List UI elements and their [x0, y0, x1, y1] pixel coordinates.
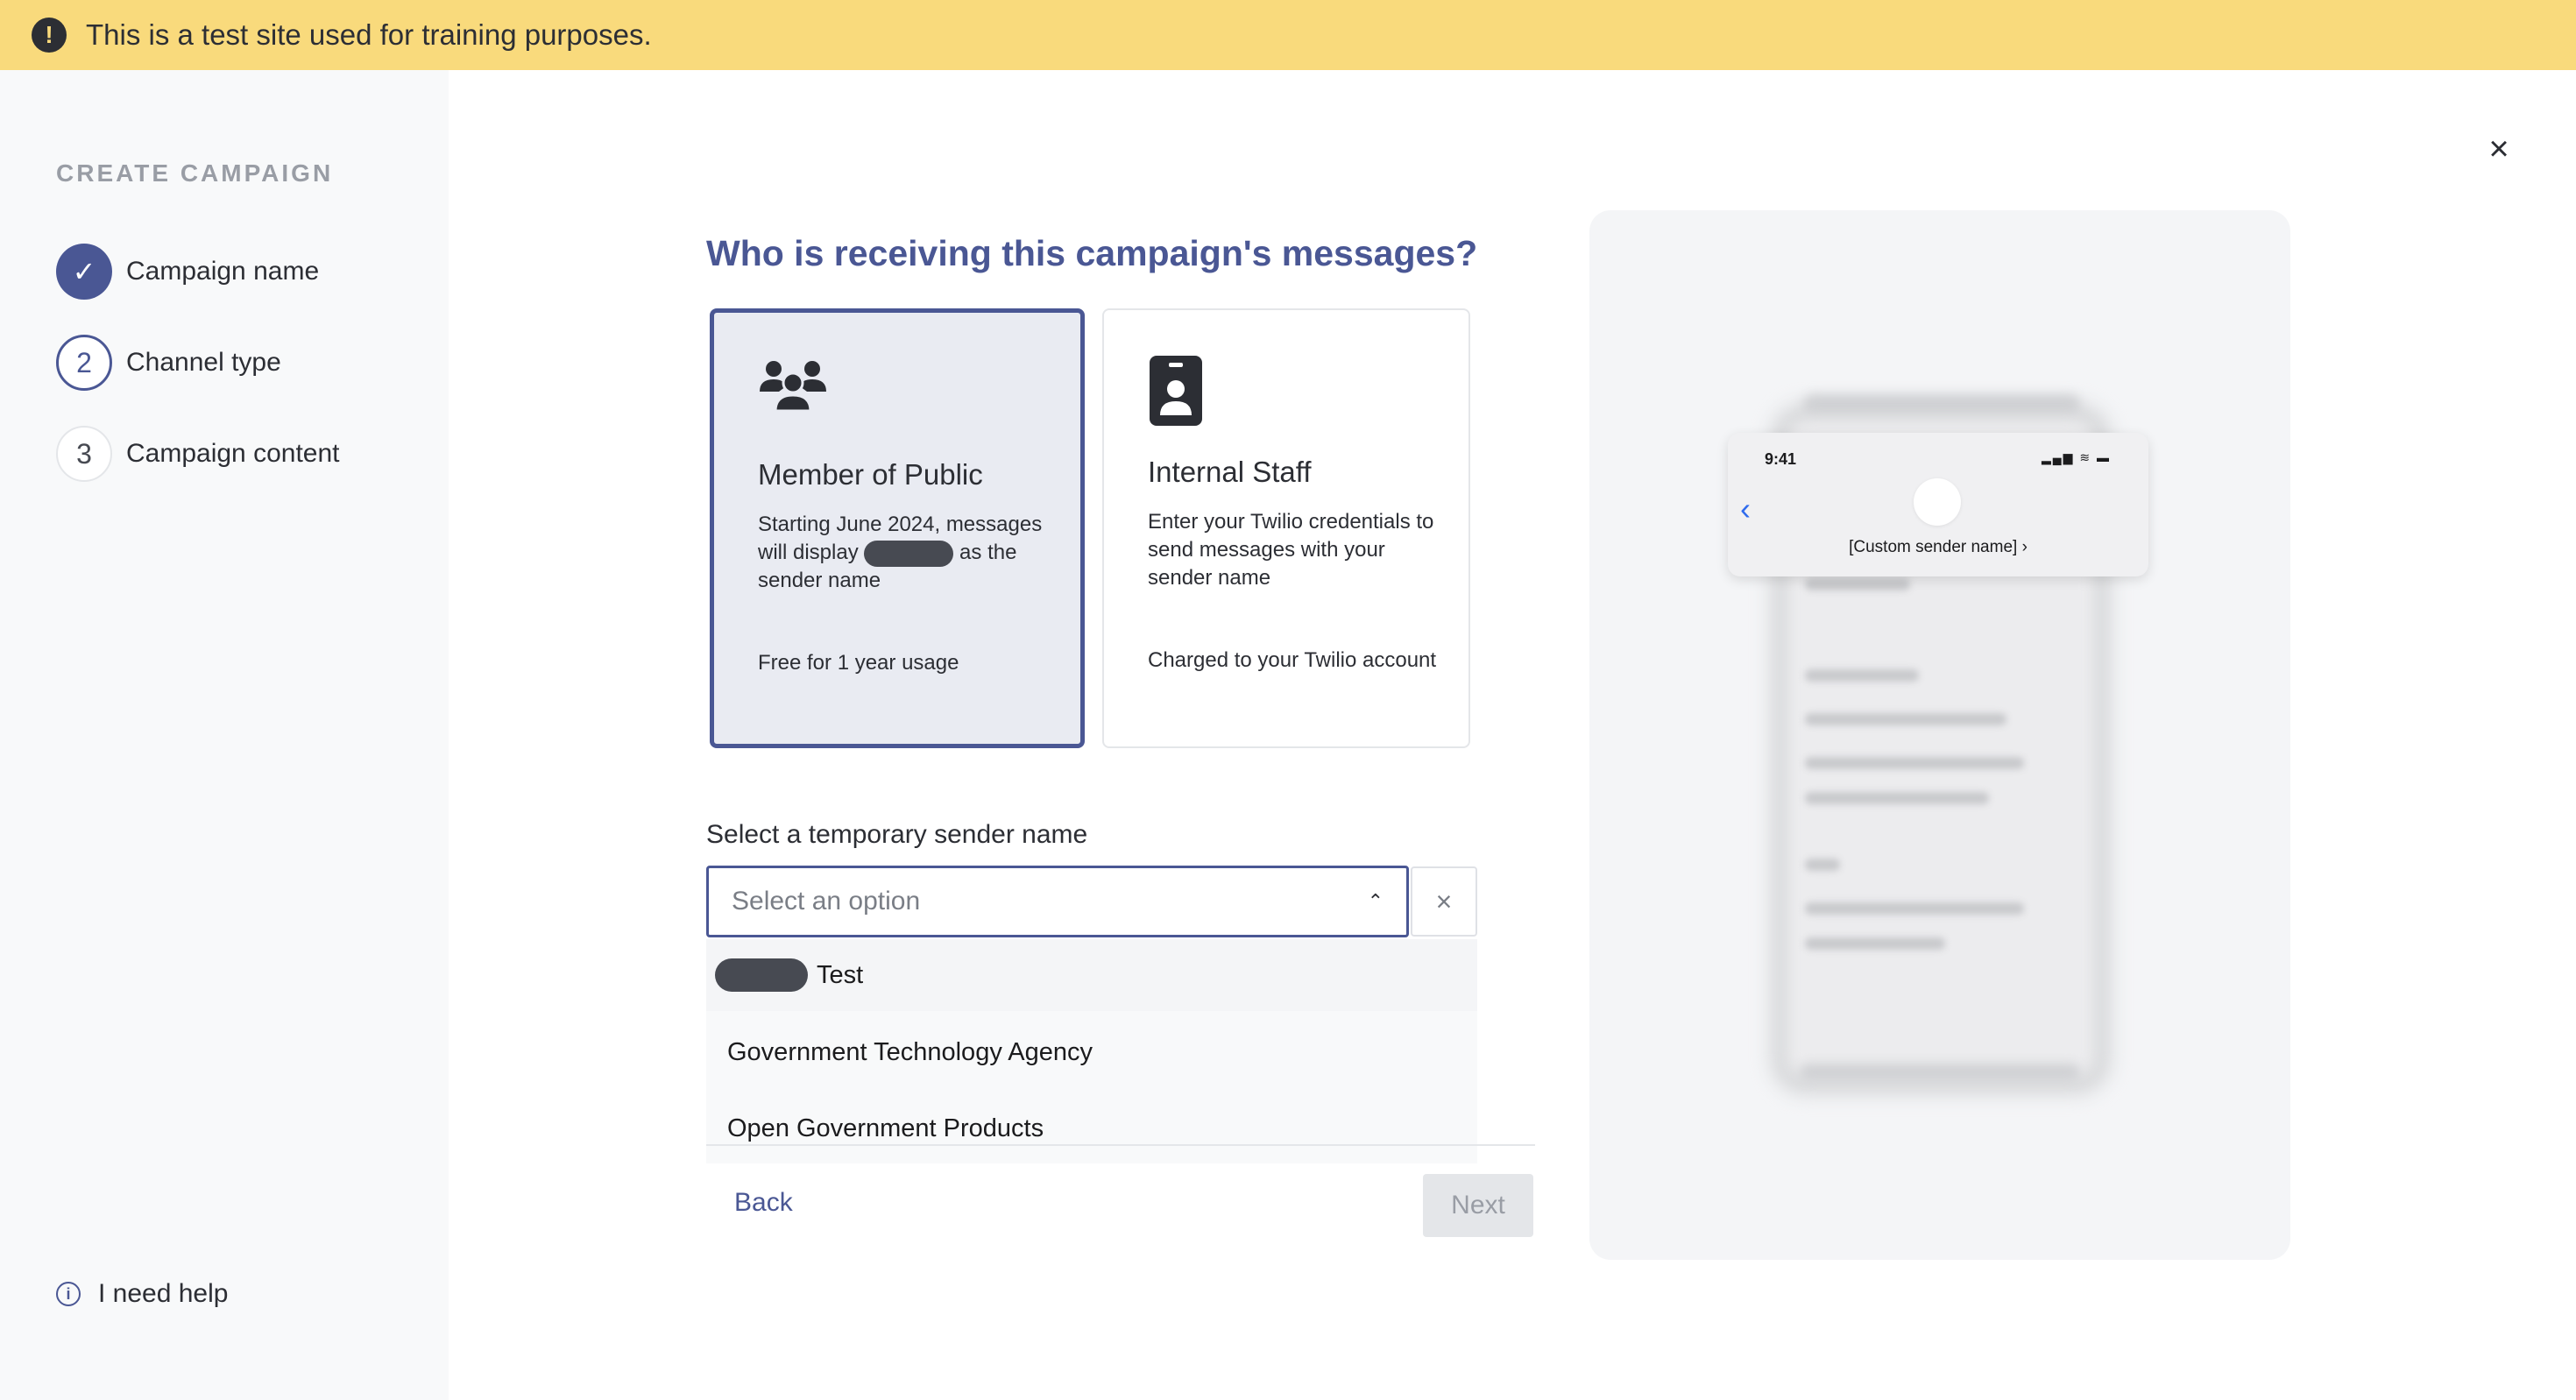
- internal-staff-card[interactable]: Internal Staff Enter your Twilio credent…: [1102, 308, 1470, 748]
- card-note: Free for 1 year usage: [758, 651, 959, 675]
- phone-time: 9:41: [1765, 450, 1797, 468]
- card-description: Starting June 2024, messages will displa…: [758, 511, 1047, 595]
- phone-back-icon: ‹: [1740, 491, 1751, 527]
- blurred-line: [1805, 578, 1910, 590]
- card-title: Member of Public: [758, 458, 983, 491]
- blurred-line: [1805, 859, 1840, 871]
- message-header-preview: 9:41 ▂▄▆ ≋ ▬ ‹ [Custom sender name] ›: [1728, 433, 2148, 576]
- select-placeholder: Select an option: [732, 887, 921, 916]
- option-test[interactable]: Test: [706, 939, 1477, 1011]
- chevron-up-icon: ⌃: [1367, 890, 1384, 912]
- id-badge-icon: [1148, 354, 1204, 432]
- footer-divider: [706, 1144, 1535, 1146]
- status-icons: ▂▄▆ ≋ ▬: [2042, 450, 2111, 464]
- step-campaign-content[interactable]: 3 Campaign content: [56, 426, 340, 482]
- close-button[interactable]: ×: [2478, 128, 2520, 170]
- avatar: [1914, 478, 1961, 526]
- phone-notch: [1803, 394, 2080, 415]
- step-label: Campaign content: [126, 439, 340, 468]
- step-number: 2: [56, 335, 112, 391]
- option-label: Open Government Products: [727, 1114, 1044, 1142]
- step-channel-type[interactable]: 2 Channel type: [56, 335, 281, 391]
- help-link[interactable]: i I need help: [56, 1279, 228, 1309]
- step-label: Campaign name: [126, 257, 320, 286]
- banner-text: This is a test site used for training pu…: [86, 18, 652, 51]
- page-title: Who is receiving this campaign's message…: [706, 233, 1478, 273]
- card-title: Internal Staff: [1148, 456, 1312, 488]
- preview-sender-name: [Custom sender name] ›: [1849, 538, 2028, 556]
- back-button[interactable]: Back: [734, 1188, 793, 1218]
- check-icon: ✓: [56, 244, 112, 300]
- training-banner: ! This is a test site used for training …: [0, 0, 2576, 70]
- sidebar: CREATE CAMPAIGN ✓ Campaign name 2 Channe…: [0, 70, 449, 1400]
- next-button[interactable]: Next: [1423, 1174, 1533, 1237]
- sender-name-label: Select a temporary sender name: [706, 820, 1088, 849]
- help-label: I need help: [98, 1279, 229, 1308]
- redacted-sender-name: [864, 540, 954, 567]
- option-ogp[interactable]: Open Government Products: [706, 1093, 1477, 1163]
- sender-name-select[interactable]: Select an option ⌃: [706, 866, 1409, 937]
- sender-name-options: Test Government Technology Agency Open G…: [706, 939, 1477, 1163]
- blurred-line: [1805, 713, 2006, 725]
- blurred-line: [1805, 902, 2024, 915]
- member-of-public-card[interactable]: Member of Public Starting June 2024, mes…: [710, 308, 1085, 748]
- step-number: 3: [56, 426, 112, 482]
- phone-home-bar: [1800, 1064, 2080, 1081]
- blurred-line: [1805, 937, 1945, 950]
- clear-selection-button[interactable]: ×: [1411, 866, 1477, 937]
- blurred-line: [1805, 669, 1919, 682]
- redacted-agency-name: [715, 958, 808, 992]
- option-govtech[interactable]: Government Technology Agency: [706, 1011, 1477, 1093]
- sidebar-title: CREATE CAMPAIGN: [56, 159, 334, 187]
- option-label: Government Technology Agency: [727, 1037, 1093, 1066]
- step-label: Channel type: [126, 348, 281, 377]
- step-campaign-name[interactable]: ✓ Campaign name: [56, 244, 319, 300]
- option-label: Test: [817, 960, 864, 989]
- card-note: Charged to your Twilio account: [1148, 648, 1437, 672]
- blurred-line: [1805, 792, 1989, 804]
- message-preview-panel: 9:41 ▂▄▆ ≋ ▬ ‹ [Custom sender name] ›: [1589, 210, 2290, 1260]
- info-icon: i: [56, 1282, 81, 1306]
- people-icon: [758, 357, 828, 419]
- alert-icon: !: [32, 18, 67, 53]
- blurred-line: [1805, 757, 2024, 769]
- card-description: Enter your Twilio credentials to send me…: [1148, 510, 1434, 590]
